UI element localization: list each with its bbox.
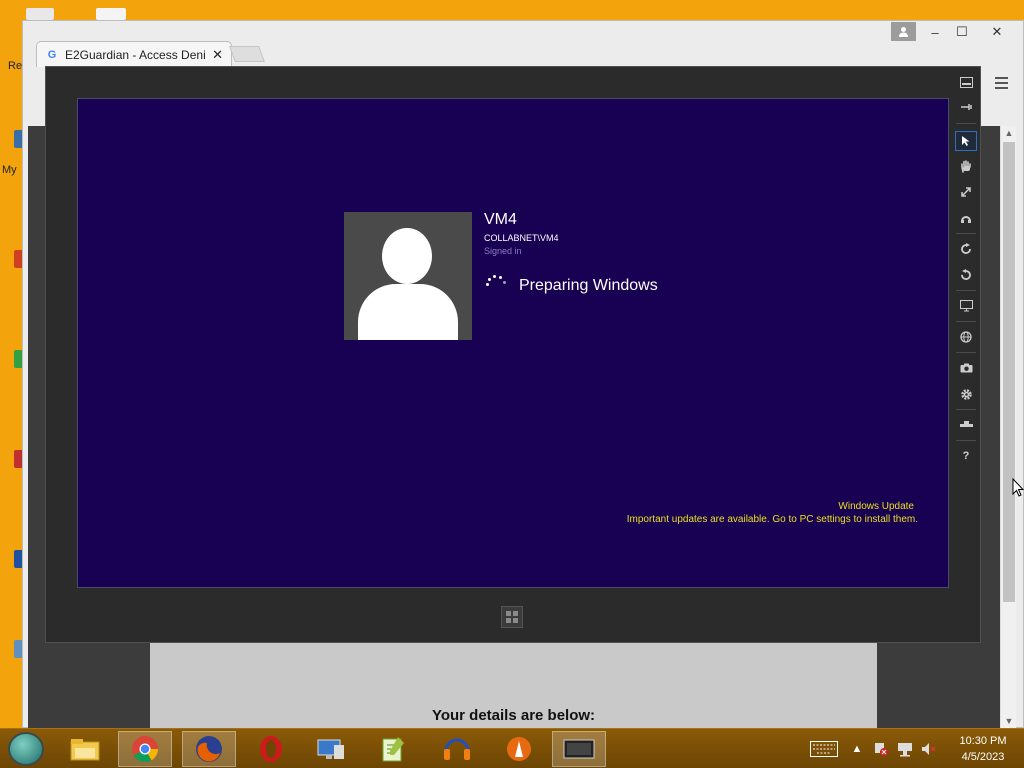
volume-muted-icon[interactable] (920, 738, 938, 760)
chrome-menu-button[interactable] (990, 70, 1012, 96)
resize-icon[interactable] (955, 182, 977, 202)
loading-spinner-icon (484, 274, 510, 292)
vm-screen[interactable]: VM4 COLLABNET\VM4 Signed in Preparing Wi… (77, 98, 949, 588)
scroll-up-icon[interactable]: ▲ (1001, 126, 1017, 140)
page-content-panel: Your details are below: (150, 643, 877, 729)
windows-update-message[interactable]: Important updates are available. Go to P… (627, 514, 918, 525)
camera-icon[interactable] (955, 358, 977, 378)
scroll-down-icon[interactable]: ▼ (1001, 714, 1017, 728)
minimize-icon[interactable] (955, 72, 977, 92)
rotate-ccw-icon[interactable] (955, 265, 977, 285)
network-warning-icon[interactable] (872, 738, 890, 760)
remote-desktop-icon[interactable] (304, 731, 358, 767)
desktop-label-mycomputer[interactable]: My (2, 164, 17, 176)
refresh-icon[interactable] (955, 208, 977, 228)
vm-viewer-icon[interactable] (552, 731, 606, 767)
windows-update-title[interactable]: Windows Update (838, 501, 914, 512)
vm-account: COLLABNET\VM4 (484, 233, 559, 243)
start-button-icon[interactable] (8, 732, 44, 766)
maximize-window-button[interactable]: ☐ (951, 22, 973, 42)
browser-tab[interactable]: G E2Guardian - Access Deni ✕ (36, 41, 232, 67)
help-icon[interactable]: ? (955, 446, 977, 466)
pin-icon[interactable] (955, 97, 977, 117)
monitor-icon[interactable] (955, 296, 977, 316)
show-hidden-icons-icon[interactable]: ▲ (850, 738, 864, 760)
details-heading: Your details are below: (431, 707, 596, 724)
keyboard-icon[interactable] (808, 738, 840, 760)
tab-title: E2Guardian - Access Deni (65, 47, 206, 62)
google-favicon-icon: G (47, 48, 57, 61)
file-explorer-icon[interactable] (58, 731, 112, 767)
desktop-label-recycle[interactable]: Re (8, 60, 22, 72)
person-icon (899, 27, 908, 37)
vm-signin-status: Signed in (484, 246, 522, 256)
taskbar-clock[interactable]: 10:30 PM 4/5/2023 (948, 733, 1018, 765)
tab-close-button[interactable]: ✕ (212, 47, 223, 63)
clock-time: 10:30 PM (959, 735, 1007, 747)
network-icon[interactable] (896, 738, 914, 760)
notepad-plus-icon[interactable] (366, 731, 420, 767)
clock-date: 4/5/2023 (961, 751, 1005, 763)
windows-logo-button[interactable] (501, 606, 523, 628)
scroll-thumb[interactable] (1003, 142, 1015, 602)
desktop-icon-stub[interactable] (26, 8, 54, 20)
profile-button[interactable] (891, 22, 916, 41)
preparing-windows-text: Preparing Windows (519, 277, 658, 294)
pointer-icon[interactable] (955, 131, 977, 151)
opera-icon[interactable] (244, 731, 298, 767)
user-avatar (344, 212, 472, 340)
vm-viewer: VM4 COLLABNET\VM4 Signed in Preparing Wi… (45, 66, 981, 643)
new-tab-button[interactable] (229, 46, 265, 62)
hand-icon[interactable] (955, 156, 977, 176)
usb-icon[interactable] (955, 415, 977, 435)
chrome-icon[interactable] (118, 731, 172, 767)
audacity-icon[interactable] (430, 731, 484, 767)
rotate-cw-icon[interactable] (955, 239, 977, 259)
firefox-icon[interactable] (182, 731, 236, 767)
desktop-icon-stub[interactable] (96, 8, 126, 20)
mouse-cursor-icon (1012, 478, 1024, 497)
globe-icon[interactable] (955, 327, 977, 347)
close-window-button[interactable]: ✕ (982, 22, 1012, 42)
taskbar: ▲ 10:30 PM 4/5/2023 (0, 728, 1024, 768)
inkscape-icon[interactable] (492, 731, 546, 767)
vm-username: VM4 (484, 211, 517, 228)
minimize-window-button[interactable]: – (924, 22, 946, 42)
page-scrollbar[interactable]: ▲ ▼ (1000, 126, 1016, 728)
gear-icon[interactable] (955, 384, 977, 404)
